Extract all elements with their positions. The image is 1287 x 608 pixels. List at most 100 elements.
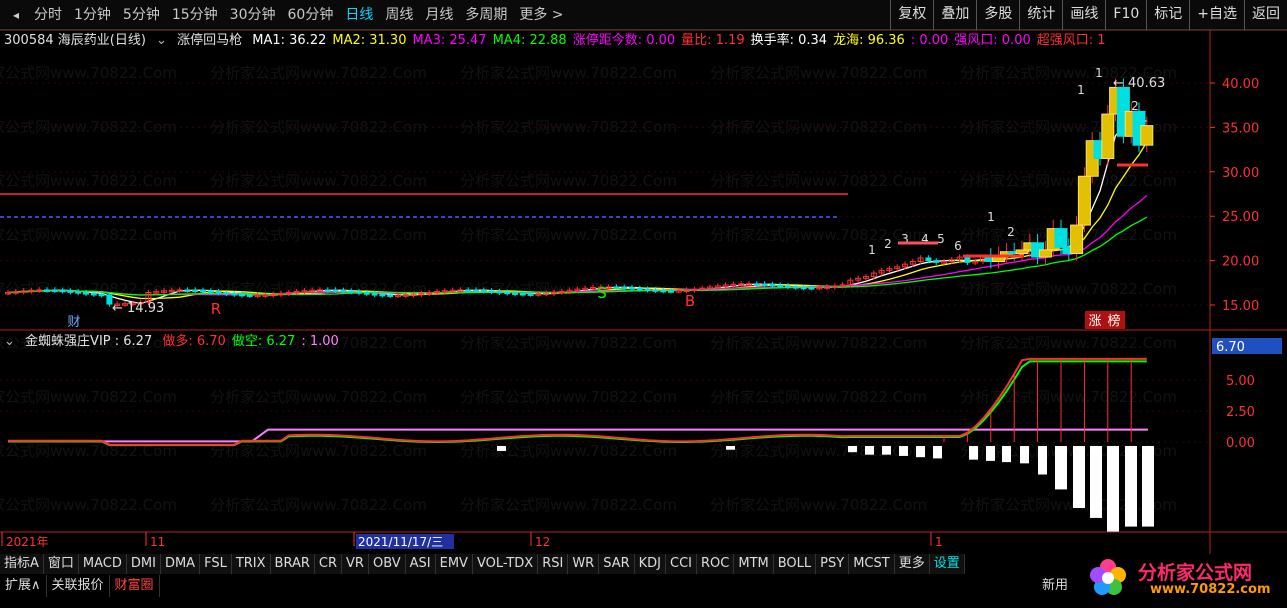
period-tab[interactable]: 5分钟 (117, 0, 166, 30)
period-tab[interactable]: 15分钟 (166, 0, 224, 30)
candle-body (231, 293, 238, 296)
extension-tab[interactable]: 扩展∧ (0, 575, 47, 597)
period-tab[interactable]: 月线 (419, 0, 459, 30)
candle-body (519, 293, 526, 296)
candle-body (933, 260, 940, 263)
stock-title: 300584 海辰药业(日线) (4, 33, 146, 48)
indicator-tab[interactable]: RSI (538, 554, 569, 574)
indicator-tab[interactable]: MCST (849, 554, 895, 574)
period-tab[interactable]: 多周期 (459, 0, 513, 30)
price-tick-label: 20.00 (1222, 255, 1259, 270)
ma-line (7, 195, 1148, 296)
tool-button[interactable]: 返回 (1244, 0, 1287, 30)
candle-body (246, 294, 253, 297)
tool-button[interactable]: 统计 (1019, 0, 1062, 30)
candle-body (800, 286, 807, 290)
b-marker: B (685, 292, 695, 310)
candle-body (808, 287, 815, 290)
period-tab[interactable]: 1分钟 (68, 0, 117, 30)
info-field: 换手率: 0.34 (750, 33, 828, 48)
indicator-tab[interactable]: WR (568, 554, 600, 574)
indicator-tab[interactable]: DMI (126, 554, 161, 574)
info-field: 做多: 6.70 (162, 334, 226, 349)
tool-button[interactable]: 标记 (1146, 0, 1189, 30)
histogram-bar (1073, 446, 1085, 508)
extension-tab[interactable]: 关联报价 (47, 575, 110, 597)
candle-body (75, 291, 82, 294)
cai-marker: 财 (67, 315, 80, 330)
tool-button[interactable]: 多股 (976, 0, 1019, 30)
indicator-tab[interactable]: FSL (200, 554, 232, 574)
indicator-tab[interactable]: VR (342, 554, 369, 574)
extension-tab[interactable]: 财富圈 (110, 575, 160, 597)
indicator-tab[interactable]: SAR (599, 554, 635, 574)
indicator-tab[interactable]: KDJ (634, 554, 667, 574)
candle-body (348, 290, 355, 293)
candle-body (644, 288, 651, 292)
indicator-tab[interactable]: MACD (78, 554, 127, 574)
period-tab[interactable]: 30分钟 (224, 0, 282, 30)
indicator-tab[interactable]: 指标A (0, 554, 44, 574)
collapse-icon[interactable]: ⌄ (4, 334, 15, 349)
indicator-tab[interactable]: 更多 (894, 554, 930, 574)
price-tick-label: 35.00 (1222, 121, 1259, 136)
candle-body (613, 286, 620, 289)
histogram-bar (848, 446, 857, 453)
period-tab[interactable]: 分时 (28, 0, 68, 30)
price-tick-label: 25.00 (1222, 210, 1259, 225)
info-field: MA3: 25.47 (412, 33, 487, 48)
histogram-bar (1038, 446, 1047, 475)
period-tab[interactable]: 更多 > (513, 0, 569, 30)
main-fields: MA1: 36.22 MA2: 31.30 MA3: 25.47 MA4: 22.88… (252, 33, 1111, 48)
period-tab[interactable]: 日线 (339, 0, 379, 30)
logo-url: www.70822.com (1150, 582, 1271, 597)
indicator-tab[interactable]: DMA (160, 554, 201, 574)
indicator-tab[interactable]: MTM (734, 554, 774, 574)
price-tick-label: 40.00 (1222, 77, 1259, 92)
indicator-tab[interactable]: ROC (697, 554, 735, 574)
period-tab[interactable]: 60分钟 (282, 0, 340, 30)
indicator-tab[interactable]: BOLL (773, 554, 817, 574)
histogram-bar (1020, 446, 1029, 464)
indicator-tab[interactable]: VOL-TDX (472, 554, 539, 574)
tool-button[interactable]: 画线 (1062, 0, 1105, 30)
histogram-bar (882, 446, 891, 455)
s-marker: S (597, 284, 607, 302)
indicator-tab[interactable]: BRAR (270, 554, 315, 574)
collapse-icon[interactable]: ⌄ (156, 33, 167, 48)
indicator-tab[interactable]: 窗口 (43, 554, 79, 574)
candle-body (1015, 249, 1029, 254)
info-field: 龙海: 96.36 (833, 33, 905, 48)
indicator-tab[interactable]: PSY (816, 554, 850, 574)
tool-button[interactable]: 叠加 (933, 0, 976, 30)
indicator-tab[interactable]: CR (314, 554, 343, 574)
candle-body (340, 289, 347, 293)
time-label: 11 (150, 535, 165, 549)
menu-arrow-icon[interactable]: ◂ (6, 5, 26, 25)
indicator-tab[interactable]: CCI (666, 554, 698, 574)
tool-button[interactable]: F10 (1105, 0, 1146, 30)
candle-body (785, 285, 791, 288)
candle-body (67, 290, 74, 293)
indicator-tick-label: 5.00 (1226, 374, 1255, 389)
candle-body (527, 293, 534, 296)
high-label: ← 40.63 (1113, 76, 1165, 91)
chart-canvas[interactable]: 40.0035.0030.0025.0020.0015.00← 40.63← 1… (0, 30, 1287, 554)
candle-body (621, 286, 628, 290)
top-toolbar: ◂ 分时 1分钟 5分钟 15分钟 30分钟 60分钟 日线 周线 月线 多周期 更多 > 复权 叠加… (0, 0, 1287, 30)
indicator-tab[interactable]: 设置 (929, 554, 965, 574)
candle-body (200, 289, 206, 293)
indicator-tab[interactable]: EMV (435, 554, 473, 574)
indicator-tab[interactable]: TRIX (231, 554, 271, 574)
period-tab[interactable]: 周线 (379, 0, 419, 30)
candle-body (769, 283, 776, 287)
info-field: MA1: 36.22 (252, 33, 327, 48)
tool-button[interactable]: +自选 (1189, 0, 1244, 30)
indicator-tab[interactable]: OBV (368, 554, 406, 574)
candle-body (496, 290, 503, 294)
indicator-tab[interactable]: ASI (405, 554, 436, 574)
info-field: : 0.00 (910, 33, 949, 48)
tool-button[interactable]: 复权 (890, 0, 933, 30)
candle-body (324, 289, 331, 292)
info-field: 涨停距今数: 0.00 (572, 33, 676, 48)
